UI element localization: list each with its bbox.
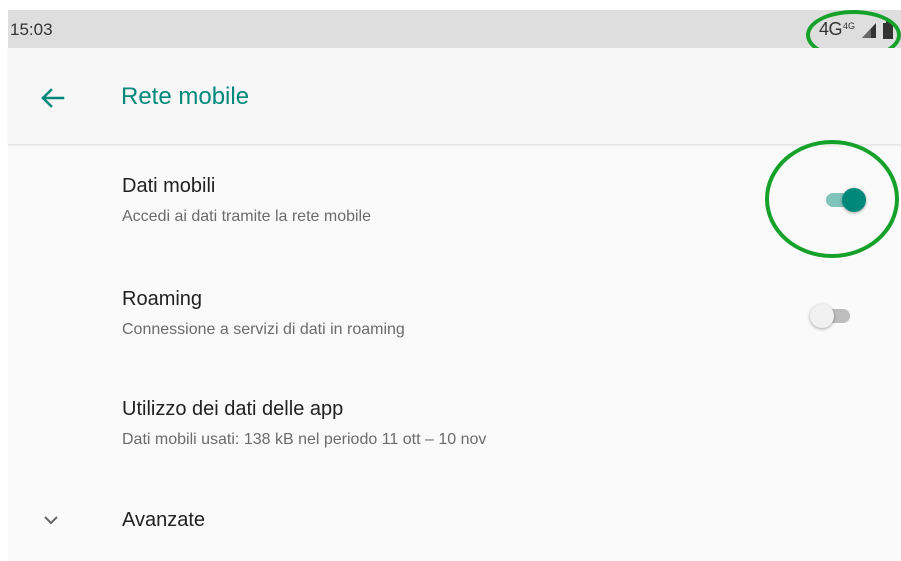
app-bar: Rete mobile xyxy=(8,48,901,145)
pref-roaming[interactable]: Roaming Connessione a servizi di dati in… xyxy=(8,260,901,370)
pref-app-data-usage[interactable]: Utilizzo dei dati delle app Dati mobili … xyxy=(8,370,901,480)
pref-title: Dati mobili xyxy=(122,175,216,197)
pref-title: Roaming xyxy=(122,288,203,310)
page-title: Rete mobile xyxy=(121,83,250,110)
pref-summary: Connessione a servizi di dati in roaming xyxy=(122,321,405,338)
advanced-label: Avanzate xyxy=(122,509,206,531)
chevron-down-icon xyxy=(44,516,58,525)
back-button[interactable] xyxy=(34,80,70,116)
pref-summary: Dati mobili usati: 138 kB nel periodo 11… xyxy=(122,431,487,448)
status-time: 15:03 xyxy=(10,20,53,39)
advanced-section[interactable]: Avanzate xyxy=(8,485,901,555)
switch-thumb xyxy=(810,304,834,328)
settings-screen: 15:03 4G4G Rete mobile Dati mobili Acced… xyxy=(8,10,901,561)
roaming-switch[interactable] xyxy=(810,301,854,331)
annotation-circle-switch xyxy=(765,140,899,258)
pref-title: Utilizzo dei dati delle app xyxy=(122,398,344,420)
pref-summary: Accedi ai dati tramite la rete mobile xyxy=(122,208,371,225)
status-bar: 15:03 4G4G xyxy=(8,10,901,48)
arrow-back-icon xyxy=(41,88,65,108)
